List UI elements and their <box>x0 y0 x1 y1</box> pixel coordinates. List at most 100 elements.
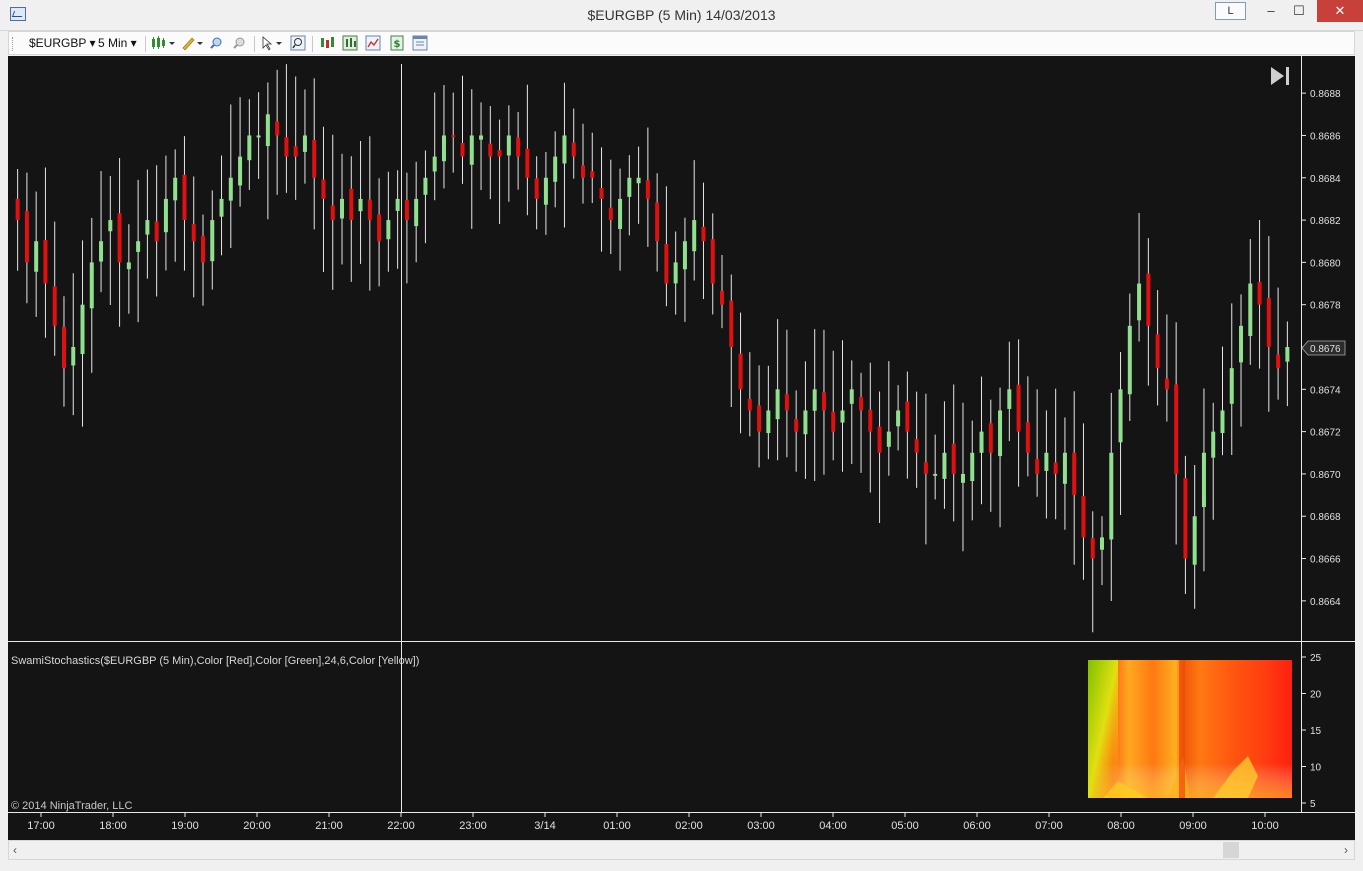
chart-toolbar: $EURGBP ▾ 5 Min ▾ $ <box>8 31 1355 55</box>
candle-body <box>738 353 743 390</box>
x-tick-label: 19:00 <box>171 820 199 832</box>
x-tick-label: 23:00 <box>459 820 487 832</box>
candle-body <box>905 401 910 432</box>
strategies-icon[interactable] <box>365 35 381 51</box>
candle-body <box>516 137 521 157</box>
indicators-icon[interactable] <box>342 35 358 51</box>
candle-body <box>340 198 345 219</box>
candle-body <box>1062 452 1067 484</box>
y-tick-label: 0.8688 <box>1310 89 1341 100</box>
candle-body <box>553 156 558 182</box>
candle-body <box>766 410 771 434</box>
y-tick-label: 0.8682 <box>1310 216 1341 227</box>
cursor-icon[interactable] <box>260 35 284 51</box>
candle-body <box>664 244 669 284</box>
candle-body <box>794 419 799 432</box>
candle-body <box>599 187 604 199</box>
candle-body <box>784 394 789 411</box>
x-tick-label: 07:00 <box>1035 820 1063 832</box>
svg-text:$: $ <box>394 39 401 50</box>
candle-body <box>1044 452 1049 471</box>
instrument-selector[interactable]: $EURGBP ▾ <box>29 36 96 50</box>
x-tick-label: 10:00 <box>1251 820 1279 832</box>
candle-body <box>757 405 762 432</box>
x-tick-label: 09:00 <box>1179 820 1207 832</box>
candle-body <box>238 156 243 186</box>
candle-body <box>571 142 576 157</box>
candle-body <box>1164 378 1169 390</box>
link-button[interactable]: L <box>1215 2 1246 20</box>
candle-body <box>460 143 465 157</box>
scroll-thumb[interactable] <box>1223 842 1239 858</box>
x-tick-label: 03:00 <box>747 820 775 832</box>
price-candles <box>15 64 1290 633</box>
zoom-in-icon[interactable] <box>208 35 224 51</box>
x-tick-label: 02:00 <box>675 820 703 832</box>
candle-body <box>1192 516 1197 565</box>
properties-icon[interactable] <box>412 35 428 51</box>
search-icon[interactable] <box>290 35 306 51</box>
candle-body <box>636 177 641 184</box>
candle-body <box>1183 478 1188 559</box>
candle-body <box>682 241 687 270</box>
candle-body <box>506 135 511 156</box>
candle-body <box>1146 273 1151 326</box>
toolbar-separator <box>254 36 255 52</box>
chart-panel[interactable]: 0.8688 0.8686 0.8684 0.8682 0.8680 0.8678 0.86… <box>8 56 1355 840</box>
candle-body <box>479 135 484 140</box>
candle-body <box>840 410 845 423</box>
candle-body <box>914 439 919 453</box>
candle-body <box>469 135 474 165</box>
candle-body <box>386 220 391 240</box>
candle-body <box>99 241 104 262</box>
candle-body <box>933 473 938 476</box>
toolbar-grip[interactable] <box>12 37 15 51</box>
candle-body <box>43 239 48 284</box>
candle-body <box>1100 537 1105 550</box>
candle-body <box>15 198 20 221</box>
candle-body <box>1229 368 1234 404</box>
candle-body <box>821 392 826 411</box>
indicator-tick-label: 5 <box>1310 799 1316 810</box>
scroll-to-end-icon[interactable] <box>1271 67 1289 85</box>
candle-body <box>1248 283 1253 337</box>
instrument-label: $EURGBP <box>29 36 87 50</box>
zoom-out-icon[interactable] <box>231 35 247 51</box>
candle-body <box>960 473 965 483</box>
close-button[interactable]: ✕ <box>1317 0 1363 22</box>
interval-selector[interactable]: 5 Min ▾ <box>98 36 137 50</box>
data-series-icon[interactable] <box>319 35 335 51</box>
candle-body <box>775 389 780 420</box>
order-entry-icon[interactable]: $ <box>389 35 405 51</box>
chart-style-icon[interactable] <box>150 35 176 51</box>
candle-body <box>720 290 725 305</box>
candle-body <box>247 135 252 161</box>
maximize-button[interactable]: ☐ <box>1283 0 1315 22</box>
candle-body <box>423 177 428 195</box>
drawing-tools-icon[interactable] <box>180 35 204 51</box>
x-tick-label: 22:00 <box>387 820 415 832</box>
candle-body <box>618 198 623 230</box>
candle-body <box>859 396 864 411</box>
candle-body <box>1220 410 1225 434</box>
y-tick-label: 0.8678 <box>1310 301 1341 312</box>
candle-body <box>710 239 715 284</box>
candle-body <box>979 431 984 453</box>
window-title: $EURGBP (5 Min) 14/03/2013 <box>587 7 776 23</box>
candle-body <box>265 114 270 147</box>
candle-body <box>61 326 66 369</box>
horizontal-scrollbar[interactable]: ‹ › <box>8 840 1355 860</box>
scroll-left-icon[interactable]: ‹ <box>13 843 17 857</box>
candle-body <box>182 174 187 221</box>
interval-label: 5 Min <box>98 36 128 50</box>
candle-body <box>173 177 178 201</box>
candle-body <box>136 241 141 252</box>
x-tick-label: 08:00 <box>1107 820 1135 832</box>
chart-canvas[interactable]: 0.8688 0.8686 0.8684 0.8682 0.8680 0.8678 0.86… <box>8 56 1355 840</box>
candle-body <box>803 410 808 435</box>
candle-body <box>24 211 29 263</box>
indicator-tick-label: 20 <box>1310 690 1322 701</box>
candle-body <box>1007 389 1012 409</box>
scroll-right-icon[interactable]: › <box>1344 843 1348 857</box>
candle-body <box>627 177 632 197</box>
